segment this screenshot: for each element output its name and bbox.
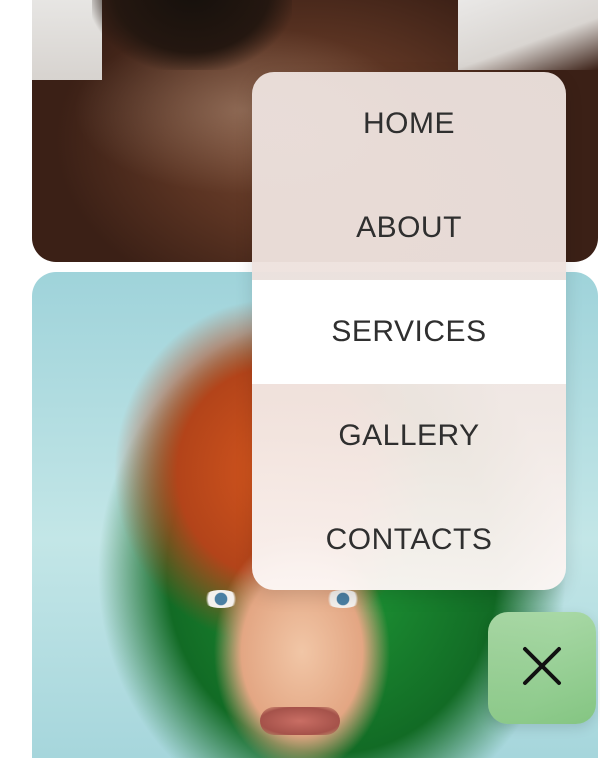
menu-item-services[interactable]: SERVICES	[252, 280, 566, 384]
menu-item-gallery[interactable]: GALLERY	[252, 384, 566, 488]
menu-item-contacts[interactable]: CONTACTS	[252, 488, 566, 590]
photo-eye	[324, 590, 362, 608]
close-icon	[521, 645, 563, 692]
menu-item-about[interactable]: ABOUT	[252, 176, 566, 280]
navigation-menu: HOME ABOUT SERVICES GALLERY CONTACTS	[252, 72, 566, 590]
photo-background	[458, 0, 598, 70]
photo-eye	[202, 590, 240, 608]
close-menu-button[interactable]	[488, 612, 596, 724]
menu-item-home[interactable]: HOME	[252, 72, 566, 176]
photo-hair	[92, 0, 292, 70]
photo-lips	[260, 707, 340, 735]
